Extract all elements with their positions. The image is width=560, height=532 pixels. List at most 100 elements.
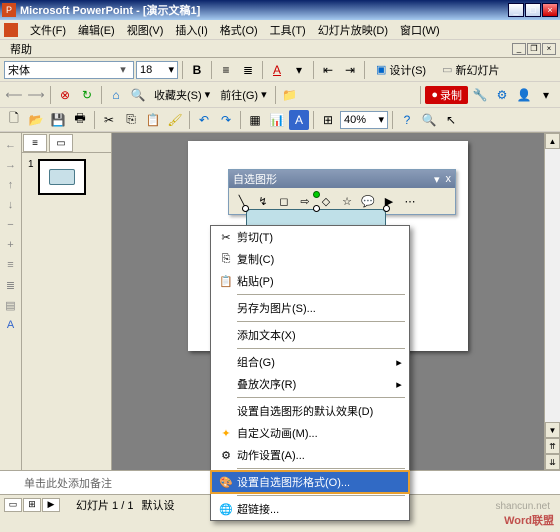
tab-outline[interactable]: ≡ [23,134,47,152]
design-button[interactable]: ▣设计(S) [369,60,433,80]
shapes-button[interactable]: A [289,110,309,130]
next-slide-icon[interactable]: ⇊ [545,454,560,470]
outline-collapse-icon[interactable]: − [3,217,19,233]
resize-handle[interactable] [313,205,320,212]
vertical-scrollbar[interactable]: ▲ ▼ ⇈ ⇊ [544,133,560,470]
ctx-addtext[interactable]: 添加文本(X) [211,324,409,346]
chart-button[interactable]: 📊 [267,110,287,130]
newslide-button[interactable]: ▭新幻灯片 [435,60,506,80]
ctx-action[interactable]: ⚙动作设置(A)... [211,444,409,466]
sorter-view-button[interactable]: ⊞ [23,498,41,512]
outline-expand-icon[interactable]: + [3,237,19,253]
mdi-min[interactable]: _ [512,43,526,55]
refresh-button[interactable]: ↻ [77,85,97,105]
menu-edit[interactable]: 编辑(E) [72,20,121,40]
pointer-button[interactable]: ↖ [441,110,461,130]
autoshape-dropdown-icon[interactable]: ▾ [434,173,440,186]
ctx-hyperlink[interactable]: 🌐超链接... [211,498,409,520]
ctx-cut[interactable]: ✂剪切(T) [211,226,409,248]
ctx-order[interactable]: 叠放次序(R)▸ [211,373,409,395]
menu-insert[interactable]: 插入(I) [169,20,213,40]
zoom-combo[interactable]: 40%▾ [340,111,388,129]
menu-slideshow[interactable]: 幻灯片放映(D) [312,20,394,40]
search-button[interactable]: 🔍 [128,85,148,105]
grid-button[interactable]: ⊞ [318,110,338,130]
autoshape-stars-icon[interactable]: ☆ [337,191,357,211]
redo-button[interactable]: ↷ [216,110,236,130]
tool-a-button[interactable]: 🔧 [470,85,490,105]
favorites-button[interactable]: 收藏夹(S) ▾ [150,85,214,105]
table-button[interactable]: ▦ [245,110,265,130]
autoshape-callouts-icon[interactable]: 💬 [358,191,378,211]
demote-button[interactable]: ⇥ [340,60,360,80]
menu-window[interactable]: 窗口(W) [394,20,446,40]
ctx-anim[interactable]: ✦自定义动画(M)... [211,422,409,444]
normal-view-button[interactable]: ▭ [4,498,22,512]
scroll-up-icon[interactable]: ▲ [545,133,560,149]
ctx-savepic[interactable]: 另存为图片(S)... [211,297,409,319]
menu-view[interactable]: 视图(V) [121,20,170,40]
menu-tools[interactable]: 工具(T) [264,20,312,40]
ctx-copy[interactable]: ⎘复制(C) [211,248,409,270]
outline-collapseall-icon[interactable]: ≡ [3,257,19,273]
autoshape-connectors-icon[interactable]: ↯ [253,191,273,211]
bold-button[interactable]: B [187,60,207,80]
folder-button[interactable]: 📁 [280,85,300,105]
back-button[interactable]: ⟵ [4,85,24,105]
open-button[interactable]: 📂 [26,110,46,130]
help-button[interactable]: ? [397,110,417,130]
resize-handle[interactable] [242,205,249,212]
slideshow-view-button[interactable]: ▶ [42,498,60,512]
tool-b-button[interactable]: ⚙ [492,85,512,105]
ctx-paste[interactable]: 📋粘贴(P) [211,270,409,292]
autoshape-title[interactable]: 自选图形 ▾ x [229,170,455,188]
paste-button[interactable]: 📋 [143,110,163,130]
outline-down-icon[interactable]: ↓ [3,197,19,213]
numbering-button[interactable]: ≣ [238,60,258,80]
bullets-button[interactable]: ≡ [216,60,236,80]
tool-d-button[interactable]: ▾ [536,85,556,105]
dropdown-icon[interactable]: ▾ [289,60,309,80]
autoshape-basic-icon[interactable]: ◻ [274,191,294,211]
ctx-defaults[interactable]: 设置自选图形的默认效果(D) [211,400,409,422]
print-button[interactable]: 🖶 [70,110,90,130]
menu-format[interactable]: 格式(O) [214,20,264,40]
outline-format-icon[interactable]: A [3,317,19,333]
tool-c-button[interactable]: 👤 [514,85,534,105]
new-button[interactable]: 🗋 [4,110,24,130]
size-combo[interactable]: 18▾ [136,61,178,79]
home-button[interactable]: ⌂ [106,85,126,105]
menu-help[interactable]: 帮助 [4,39,38,59]
autoshape-close-icon[interactable]: x [446,173,452,185]
autoshape-more-icon[interactable]: ⋯ [400,191,420,211]
fmtpaint-button[interactable]: 🖌 [165,110,185,130]
record-button[interactable]: ● 录制 [425,86,468,104]
slide-thumbnail[interactable] [38,159,86,195]
goto-button[interactable]: 前往(G) ▾ [216,85,270,105]
undo-button[interactable]: ↶ [194,110,214,130]
cut-button[interactable]: ✂ [99,110,119,130]
stop-button[interactable]: ⊗ [55,85,75,105]
outline-summary-icon[interactable]: ▤ [3,297,19,313]
promote-button[interactable]: ⇤ [318,60,338,80]
prev-slide-icon[interactable]: ⇈ [545,438,560,454]
outline-promote-icon[interactable]: ← [3,137,19,153]
outline-demote-icon[interactable]: → [3,157,19,173]
maximize-button[interactable]: □ [525,3,541,17]
outline-up-icon[interactable]: ↑ [3,177,19,193]
mdi-close[interactable]: × [542,43,556,55]
forward-button[interactable]: ⟶ [26,85,46,105]
outline-expandall-icon[interactable]: ≣ [3,277,19,293]
fontcolor-button[interactable]: A [267,60,287,80]
ctx-format-autoshape[interactable]: 🎨设置自选图形格式(O)... [211,471,409,493]
resize-handle[interactable] [383,205,390,212]
scroll-down-icon[interactable]: ▼ [545,422,560,438]
find-button[interactable]: 🔍 [419,110,439,130]
save-button[interactable]: 💾 [48,110,68,130]
autoshape-arrows-icon[interactable]: ⇨ [295,191,315,211]
ctx-group[interactable]: 组合(G)▸ [211,351,409,373]
minimize-button[interactable]: _ [508,3,524,17]
font-combo[interactable]: 宋体▾ [4,61,134,79]
close-button[interactable]: × [542,3,558,17]
mdi-restore[interactable]: ❐ [527,43,541,55]
